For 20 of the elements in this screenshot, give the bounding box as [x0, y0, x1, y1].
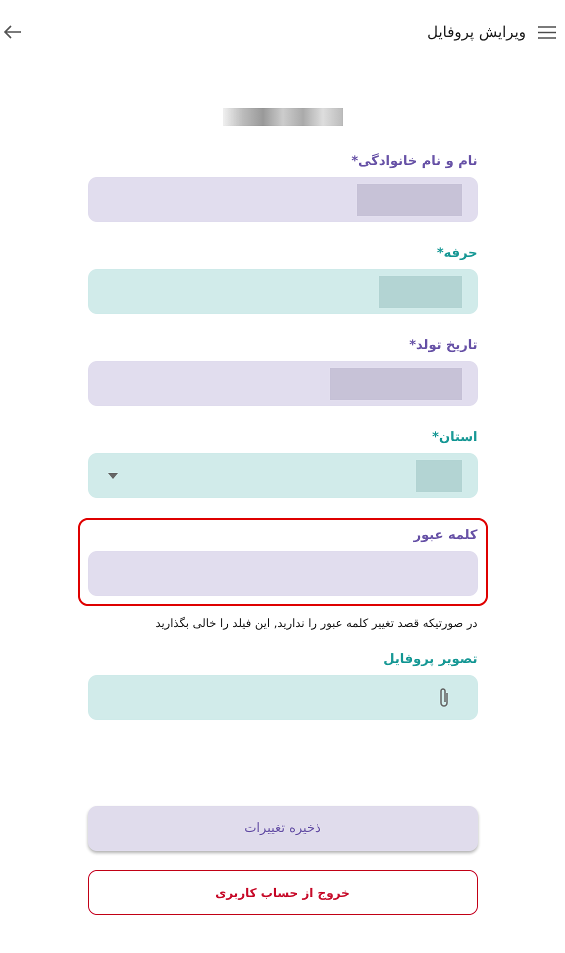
field-label: استان* [432, 430, 478, 445]
dropdown-field[interactable] [88, 453, 478, 498]
page-title: ویرایش پروفایل [427, 23, 526, 41]
field-label: حرفه* [436, 246, 478, 261]
field-label: تاریخ تولد* [409, 338, 478, 353]
field-label: تصویر پروفایل [383, 652, 478, 667]
paperclip-icon [438, 686, 450, 708]
field-label: کلمه عبور [414, 528, 478, 543]
menu-icon[interactable] [538, 26, 556, 38]
logout-button[interactable]: خروج از حساب کاربری [88, 870, 478, 915]
text-field[interactable] [88, 177, 478, 222]
save-button[interactable]: ذخیره تغییرات [88, 806, 478, 851]
dropdown-arrow-icon [108, 472, 118, 478]
field-label: نام و نام خانوادگی* [351, 154, 478, 169]
file-field[interactable] [88, 675, 478, 720]
back-arrow-icon[interactable] [4, 25, 22, 39]
text-field[interactable] [88, 269, 478, 314]
password-field[interactable] [88, 551, 478, 596]
hint-text: در صورتیکه قصد تغییر کلمه عبور را ندارید, این فیلد را خالی بگذارید [155, 616, 478, 630]
text-field[interactable] [88, 361, 478, 406]
